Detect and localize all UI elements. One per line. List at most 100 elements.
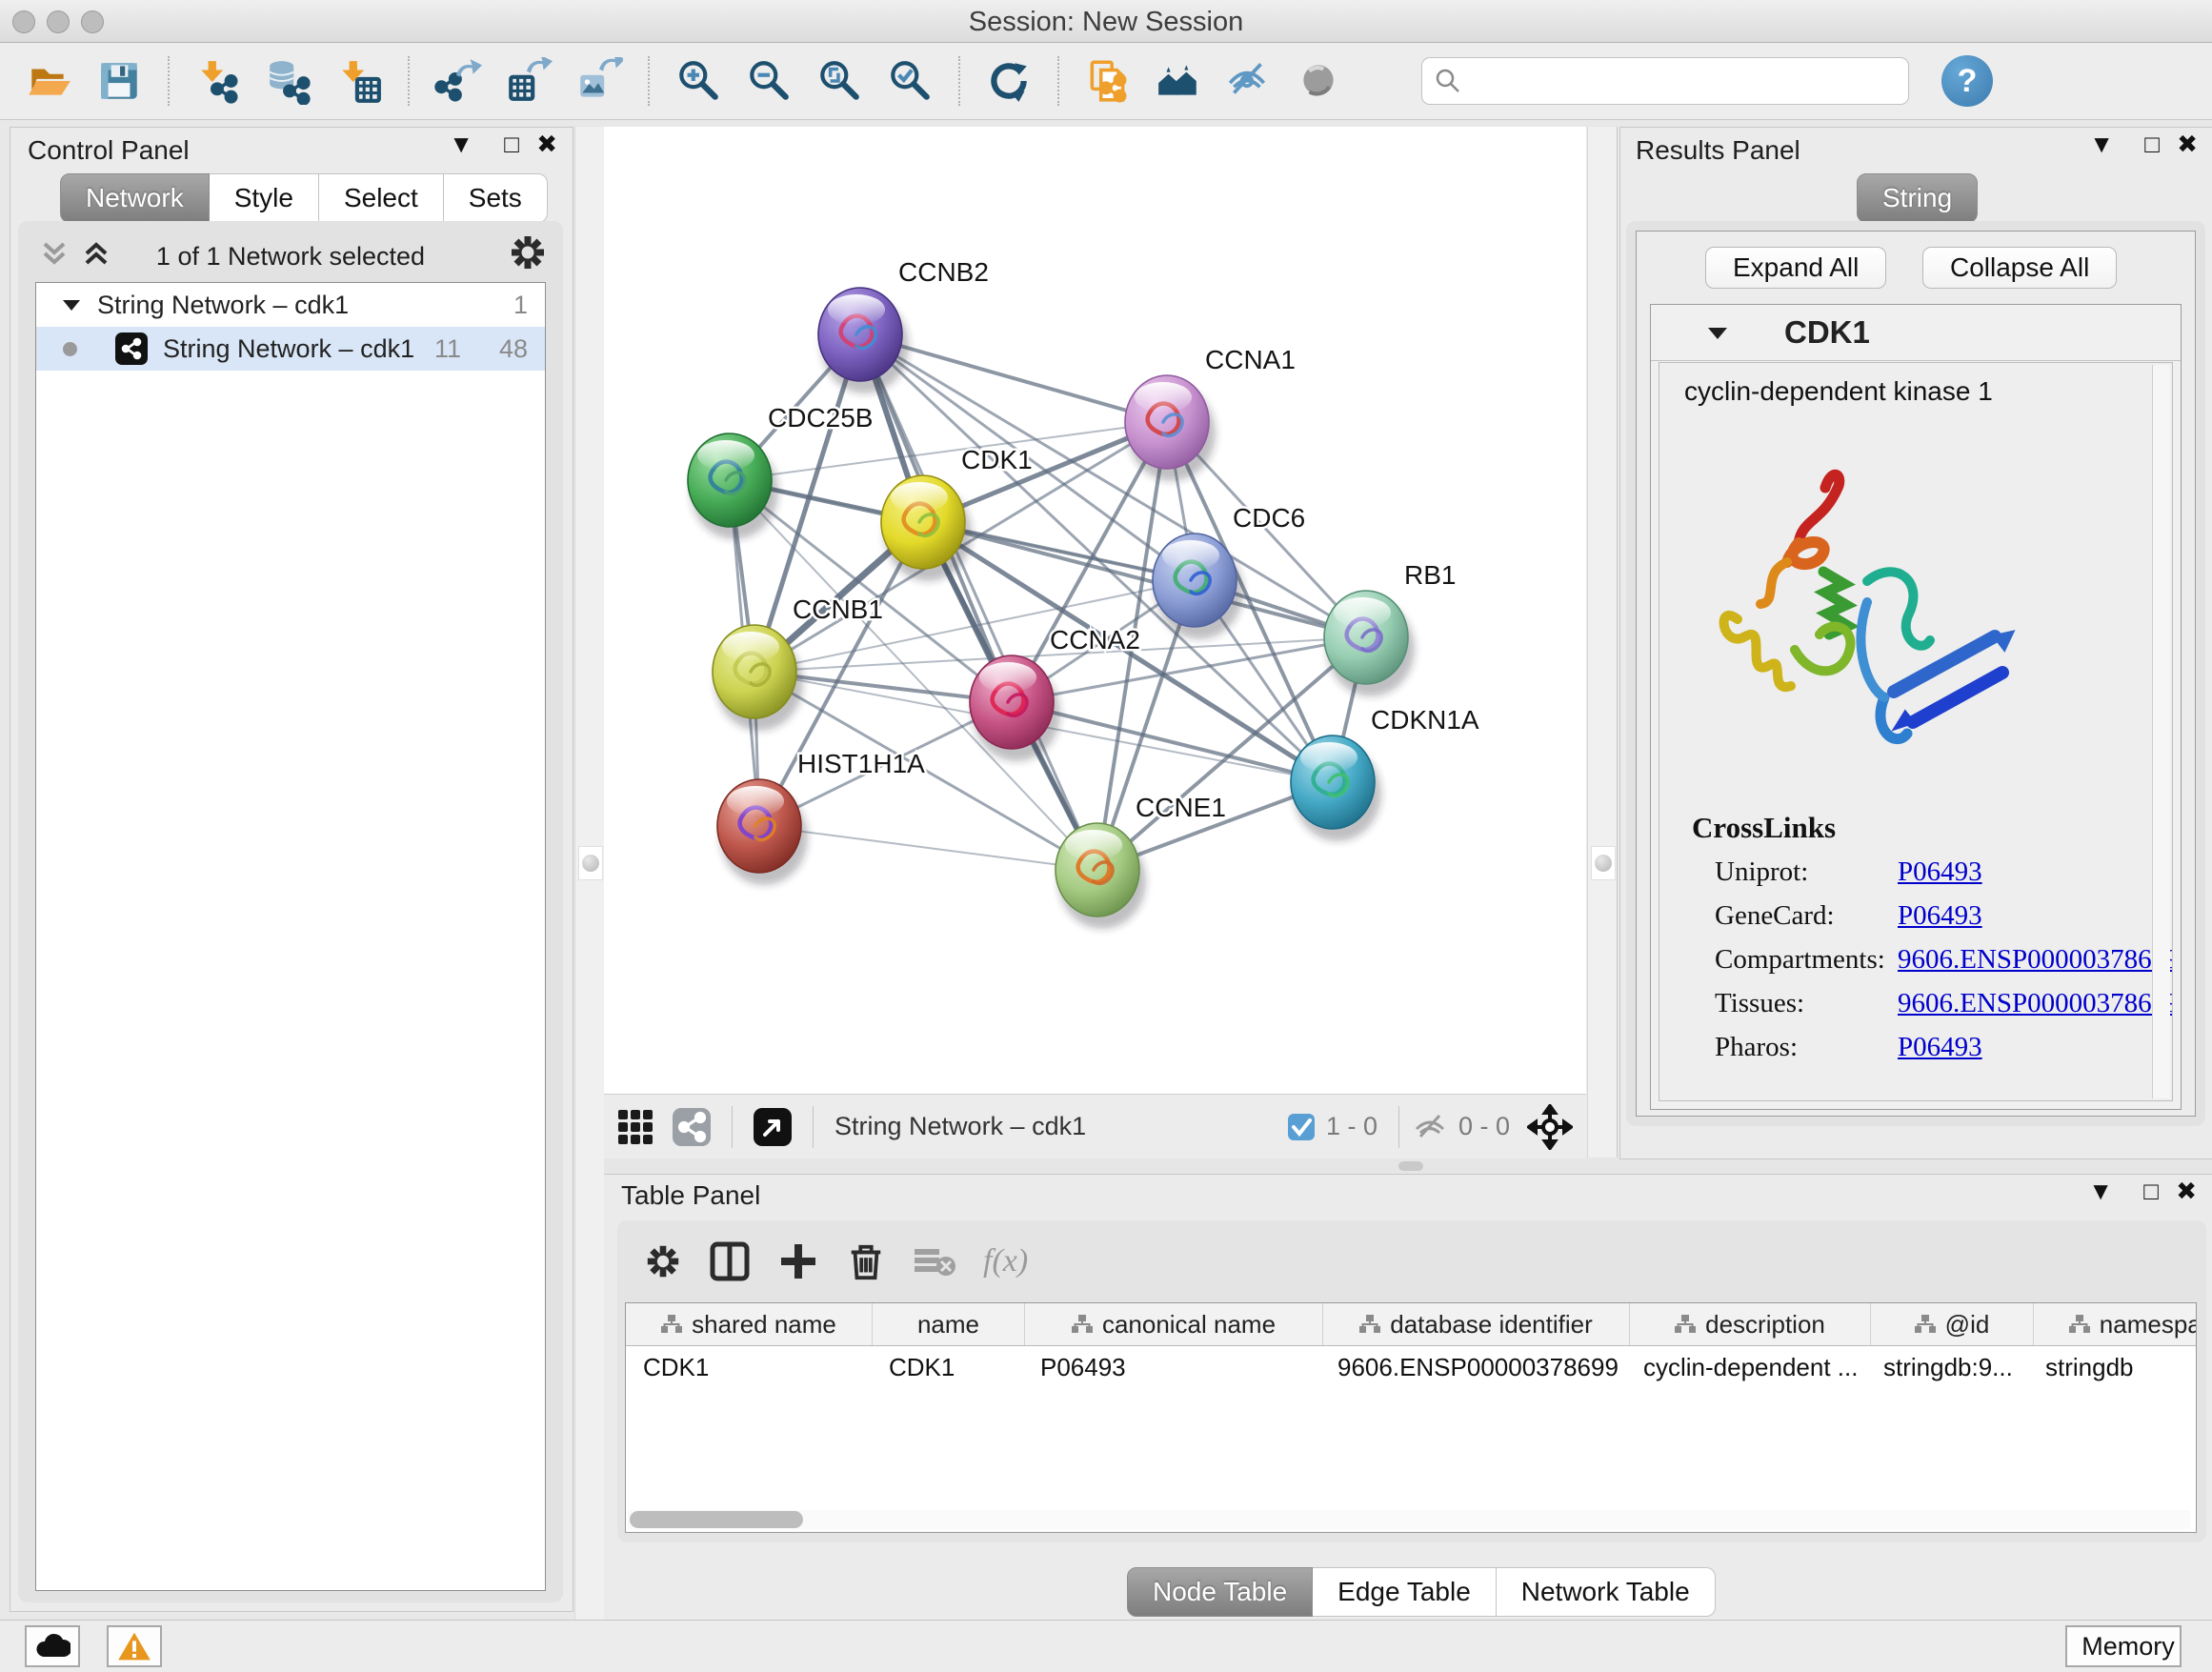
table-row[interactable]: CDK1CDK1P064939606.ENSP00000378699cyclin…	[626, 1346, 2196, 1388]
import-network-file-icon	[194, 57, 242, 105]
toolbar-separator	[168, 56, 170, 106]
import-network-database-button[interactable]	[259, 51, 318, 111]
table-panel-splitter[interactable]	[604, 1158, 2212, 1174]
expand-all-button[interactable]: Expand All	[1705, 247, 1886, 289]
results-panel-float-icon[interactable]: □	[2144, 128, 2160, 160]
node-label-CCNA2: CCNA2	[1050, 625, 1140, 655]
network-options-gear-icon[interactable]	[508, 232, 548, 275]
column-header-namespace[interactable]: namespace	[2034, 1303, 2197, 1345]
network-type-icon	[115, 332, 148, 365]
show-all-button[interactable]	[1290, 51, 1349, 111]
column-header-canonical-name[interactable]: canonical name	[1025, 1303, 1323, 1345]
delete-column-icon[interactable]	[846, 1241, 886, 1281]
tab-select[interactable]: Select	[319, 173, 444, 223]
network-selection-status: 1 of 1 Network selected	[18, 242, 563, 272]
delete-table-icon[interactable]	[913, 1239, 956, 1283]
export-table-icon	[505, 57, 553, 105]
toolbar-separator	[958, 56, 960, 106]
control-panel-close-icon[interactable]: ✖	[536, 128, 557, 160]
node-CCNE1[interactable]: CCNE1	[1056, 793, 1226, 929]
new-network-from-selection-button[interactable]	[1078, 51, 1137, 111]
cloud-status-button[interactable]	[25, 1625, 80, 1667]
network-collection-row[interactable]: String Network – cdk1 1	[36, 283, 545, 327]
open-session-button[interactable]	[19, 51, 78, 111]
crosslink-link[interactable]: 9606.ENSP00000378699	[1898, 988, 2173, 1019]
zoom-out-button[interactable]	[739, 51, 798, 111]
memory-button[interactable]: Memory	[2065, 1625, 2182, 1667]
save-session-icon	[95, 57, 143, 105]
control-panel-menu-icon[interactable]: ▼	[449, 128, 473, 160]
tab-string[interactable]: String	[1857, 173, 1978, 223]
left-panel-splitter[interactable]	[574, 127, 605, 1620]
node-label-CDC6: CDC6	[1233, 503, 1305, 533]
export-network-button[interactable]	[429, 51, 488, 111]
function-builder-icon[interactable]: f(x)	[983, 1243, 1028, 1279]
create-column-icon[interactable]	[777, 1240, 819, 1282]
edge-CDK1-RB1	[923, 522, 1366, 637]
zoom-in-button[interactable]	[669, 51, 728, 111]
node-CCNB2[interactable]: CCNB2	[818, 257, 989, 393]
crosslink-row: Uniprot:P06493	[1659, 856, 2172, 900]
results-scrollbar[interactable]	[2152, 365, 2170, 1098]
column-header-database-identifier[interactable]: database identifier	[1323, 1303, 1630, 1345]
tree-expander-icon[interactable]	[59, 292, 84, 317]
right-panel-splitter[interactable]	[1587, 127, 1618, 1158]
tab-style[interactable]: Style	[210, 173, 319, 223]
grid-view-icon[interactable]	[615, 1107, 655, 1147]
results-panel-close-icon[interactable]: ✖	[2177, 128, 2198, 160]
network-badge-icon[interactable]	[671, 1106, 713, 1148]
table-panel-float-icon[interactable]: □	[2143, 1175, 2159, 1207]
tab-sets[interactable]: Sets	[444, 173, 548, 223]
detach-view-icon[interactable]	[752, 1106, 794, 1148]
help-button[interactable]: ?	[1941, 55, 1993, 107]
search-input[interactable]	[1462, 61, 1897, 101]
table-cell: CDK1	[872, 1346, 1023, 1388]
crosslink-link[interactable]: P06493	[1898, 1032, 1982, 1063]
string-protein-query-button[interactable]	[1149, 51, 1208, 111]
node-CDKN1A[interactable]: CDKN1A	[1291, 705, 1479, 841]
protein-name: CDK1	[1784, 314, 1870, 351]
export-image-button[interactable]	[570, 51, 629, 111]
column-header-name[interactable]: name	[873, 1303, 1025, 1345]
birdseye-navigator-icon[interactable]	[1527, 1104, 1573, 1150]
import-network-file-button[interactable]	[189, 51, 248, 111]
splitter-handle[interactable]	[1591, 846, 1616, 880]
table-cell: CDK1	[626, 1346, 872, 1388]
warnings-button[interactable]	[107, 1625, 162, 1667]
node-CCNB1[interactable]: CCNB1	[713, 594, 883, 731]
export-table-button[interactable]	[499, 51, 558, 111]
network-canvas[interactable]: CCNB2CCNA1CDC25BCDK1CDC6RB1CCNB1CCNA2CDK…	[604, 127, 1586, 1094]
column-header-description[interactable]: description	[1630, 1303, 1871, 1345]
network-row-selected[interactable]: String Network – cdk1 11 48	[36, 327, 545, 371]
collapse-all-button[interactable]: Collapse All	[1922, 247, 2117, 289]
main-toolbar: ?	[0, 43, 2212, 120]
splitter-handle[interactable]	[578, 846, 603, 880]
table-panel-menu-icon[interactable]: ▼	[2088, 1175, 2113, 1207]
apply-preferred-layout-button[interactable]	[979, 51, 1038, 111]
tab-network-table[interactable]: Network Table	[1497, 1567, 1716, 1617]
show-columns-icon[interactable]	[709, 1240, 751, 1282]
node-CCNA1[interactable]: CCNA1	[1125, 345, 1296, 481]
control-panel-float-icon[interactable]: □	[504, 128, 519, 160]
node-RB1[interactable]: RB1	[1324, 560, 1456, 696]
tab-edge-table[interactable]: Edge Table	[1313, 1567, 1497, 1617]
crosslink-link[interactable]: 9606.ENSP00000378699	[1898, 944, 2173, 976]
table-horizontal-scrollbar[interactable]	[628, 1510, 2190, 1529]
crosslink-label: Compartments:	[1715, 944, 1885, 976]
crosslink-link[interactable]: P06493	[1898, 856, 1982, 888]
zoom-selected-button[interactable]	[880, 51, 939, 111]
import-table-file-button[interactable]	[330, 51, 389, 111]
column-header-@id[interactable]: @id	[1871, 1303, 2034, 1345]
results-panel-menu-icon[interactable]: ▼	[2089, 128, 2114, 160]
table-options-gear-icon[interactable]	[644, 1242, 682, 1280]
tab-node-table[interactable]: Node Table	[1127, 1567, 1313, 1617]
crosslink-link[interactable]: P06493	[1898, 900, 1982, 932]
hide-selected-button[interactable]	[1219, 51, 1278, 111]
column-header-shared-name[interactable]: shared name	[626, 1303, 873, 1345]
node-HIST1H1A[interactable]: HIST1H1A	[717, 749, 925, 885]
tab-network[interactable]: Network	[60, 173, 210, 223]
table-panel-close-icon[interactable]: ✖	[2176, 1175, 2197, 1207]
zoom-fit-button[interactable]	[810, 51, 869, 111]
save-session-button[interactable]	[90, 51, 149, 111]
protein-expander-icon[interactable]	[1704, 319, 1731, 346]
